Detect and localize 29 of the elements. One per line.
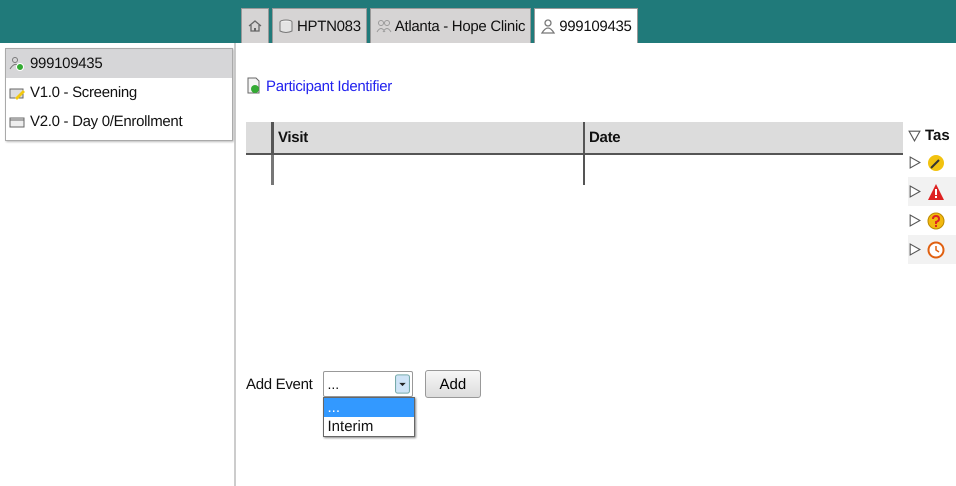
tab[interactable]: HPTN083 [272,8,367,43]
group-icon [376,18,392,34]
warning-icon [927,182,945,200]
question-icon [927,212,945,230]
expand-arrow-icon[interactable] [908,243,921,256]
home-icon [247,18,263,34]
cylinder-icon [278,18,294,34]
column-header[interactable]: Visit [274,122,585,153]
tab[interactable] [241,8,269,43]
tree-item[interactable]: 999109435 [6,49,232,78]
add-button[interactable]: Add [424,370,482,398]
tree-item[interactable]: V2.0 - Day 0/Enrollment [6,107,232,136]
expand-arrow-icon[interactable] [908,156,921,169]
person-icon [540,18,556,34]
column-header[interactable]: Date [585,122,903,153]
expand-arrow-icon[interactable] [908,128,921,142]
tab[interactable]: 999109435 [534,8,638,43]
expand-arrow-icon[interactable] [908,214,921,227]
expand-arrow-icon[interactable] [908,185,921,198]
clock-icon [927,240,945,258]
document-icon [246,77,262,95]
tab[interactable]: Atlanta - Hope Clinic [370,8,532,43]
tree-item[interactable]: V1.0 - Screening [6,78,232,107]
participant-identifier-link[interactable]: Participant Identifier [266,78,392,94]
event-select[interactable]: ... [322,371,413,397]
dropdown-option[interactable]: Interim [324,417,414,436]
person-add-icon [9,56,25,72]
tasks-title: Tas [925,126,950,144]
add-event-label: Add Event [246,376,313,392]
